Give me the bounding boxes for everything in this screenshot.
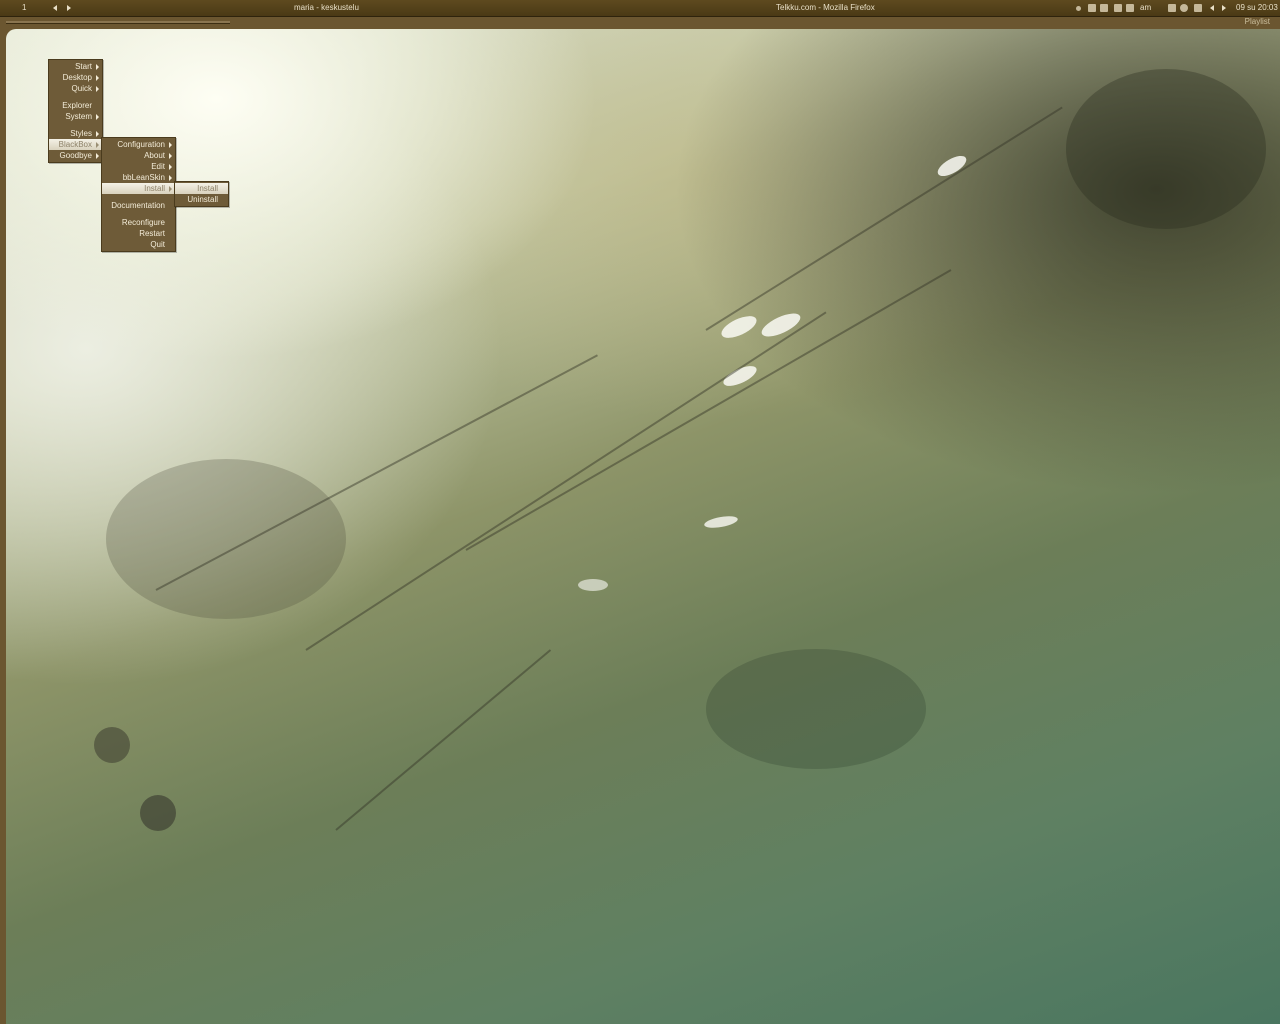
install-menu: Install Uninstall (174, 181, 229, 207)
wallpaper-splat (758, 308, 804, 342)
menu-item-reconfigure[interactable]: Reconfigure (102, 217, 175, 228)
wallpaper-stroke (335, 649, 552, 831)
network-icon[interactable] (1088, 4, 1096, 12)
wallpaper-splat (578, 579, 608, 591)
menu-item-edit[interactable]: Edit (102, 161, 175, 172)
tray-text[interactable]: am (1140, 0, 1151, 16)
menu-item-install[interactable]: Install (102, 183, 175, 194)
menu-item-system[interactable]: System (49, 111, 102, 122)
menu-item-styles[interactable]: Styles (49, 128, 102, 139)
task-button-firefox[interactable]: Telkku.com - Mozilla Firefox (776, 0, 875, 16)
wallpaper-splat (140, 795, 176, 831)
menu-item-documentation[interactable]: Documentation (102, 200, 175, 211)
battery-icon[interactable] (1126, 4, 1134, 12)
taskbar: 1 maria - keskustelu Telkku.com - Mozill… (0, 0, 1280, 17)
wallpaper-splat (1066, 69, 1266, 229)
clock[interactable]: 09 su 20:03 (1236, 0, 1278, 16)
menu-item-blackbox[interactable]: BlackBox (49, 139, 102, 150)
monitor-icon[interactable] (1114, 4, 1122, 12)
tray-prev-icon[interactable] (1210, 5, 1214, 11)
user-icon[interactable] (1168, 4, 1176, 12)
taskbar-underline (6, 21, 230, 24)
wallpaper-stroke (305, 311, 827, 651)
wallpaper-splat (706, 649, 926, 769)
playlist-label[interactable]: Playlist (1245, 17, 1270, 26)
menu-item-explorer[interactable]: Explorer (49, 100, 102, 111)
task-button-maria[interactable]: maria - keskustelu (294, 0, 359, 16)
menu-item-uninstall[interactable]: Uninstall (175, 194, 228, 205)
menu-item-bbleanskin[interactable]: bbLeanSkin (102, 172, 175, 183)
prev-workspace-icon[interactable] (53, 5, 57, 11)
wallpaper-stroke (465, 269, 952, 551)
dot-icon[interactable] (1076, 6, 1081, 11)
menu-item-start[interactable]: Start (49, 61, 102, 72)
wallpaper-splat (94, 727, 130, 763)
root-menu: Start Desktop Quick Explorer System Styl… (48, 59, 103, 163)
menu-item-about[interactable]: About (102, 150, 175, 161)
wallpaper-splat (106, 459, 346, 619)
menu-item-configuration[interactable]: Configuration (102, 139, 175, 150)
menu-item-goodbye[interactable]: Goodbye (49, 150, 102, 161)
clock-app-icon[interactable] (1180, 4, 1188, 12)
workspace-label[interactable]: 1 (22, 0, 26, 16)
menu-item-desktop[interactable]: Desktop (49, 72, 102, 83)
wallpaper-stroke (705, 106, 1063, 331)
menu-item-restart[interactable]: Restart (102, 228, 175, 239)
wallpaper-splat (703, 514, 739, 530)
next-workspace-icon[interactable] (67, 5, 71, 11)
menu-item-quit[interactable]: Quit (102, 239, 175, 250)
menu-item-quick[interactable]: Quick (49, 83, 102, 94)
desktop-wallpaper (6, 29, 1280, 1024)
volume-icon[interactable] (1100, 4, 1108, 12)
menu-item-install-action[interactable]: Install (175, 183, 228, 194)
tray-next-icon[interactable] (1222, 5, 1226, 11)
blackbox-menu: Configuration About Edit bbLeanSkin Inst… (101, 137, 176, 252)
phone-icon[interactable] (1194, 4, 1202, 12)
